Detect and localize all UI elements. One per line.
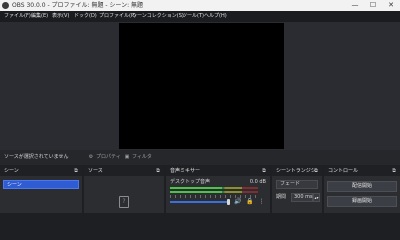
gear-icon: ⚙ [88, 154, 94, 160]
popout-icon[interactable]: ⧉ [313, 168, 319, 174]
more-options-icon[interactable]: ⋮ [258, 198, 265, 206]
menu-tools[interactable]: ツール(T) [182, 11, 204, 22]
transitions-dock-header: シーントランジション ⧉ [272, 166, 322, 176]
volume-slider-handle[interactable] [227, 199, 230, 205]
duration-spinner[interactable]: ▴▾ [313, 193, 320, 202]
mixer-dock-title: 音声ミキサー [170, 168, 201, 174]
mixer-channel-level: 0.0 dB [249, 179, 266, 185]
empty-sources-icon: ? [119, 196, 129, 208]
transitions-dock: シーントランジション ⧉ フェード 期間 300 ms ▴▾ [272, 166, 322, 213]
popout-icon[interactable]: ⧉ [261, 168, 267, 174]
minimize-button[interactable]: — [346, 0, 364, 11]
filter-icon: ▣ [124, 154, 130, 160]
popout-icon[interactable]: ⧉ [155, 168, 161, 174]
filters-label: フィルタ [132, 154, 152, 160]
start-recording-button[interactable]: 録画開始 [327, 196, 397, 207]
menu-file[interactable]: ファイル(F) [4, 11, 31, 22]
menu-view[interactable]: 表示(V) [52, 11, 69, 22]
popout-icon[interactable]: ⧉ [73, 168, 79, 174]
scenes-dock-title: シーン [4, 168, 19, 174]
lock-icon[interactable]: 🔒 [246, 198, 253, 206]
menu-scene-collection[interactable]: シーンコレクション(S) [132, 11, 184, 22]
duration-label: 期間 [276, 194, 287, 200]
no-source-status: ソースが選択されていません [4, 154, 69, 160]
volume-meter-left-level [170, 187, 222, 189]
volume-meter-right-level [170, 191, 222, 193]
sources-dock-header: ソース ⧉ [84, 166, 164, 176]
scenes-dock: シーン ⧉ シーン [0, 166, 82, 213]
transitions-dock-title: シーントランジション [276, 168, 316, 174]
controls-dock: コントロール ⧉ 配信開始 録画開始 [324, 166, 400, 213]
menu-profile[interactable]: プロファイル(P) [99, 11, 136, 22]
mixer-dock-header: 音声ミキサー ⧉ [166, 166, 270, 176]
obs-logo-icon [2, 2, 9, 9]
properties-label: プロパティ [96, 154, 121, 160]
meter-scale [170, 195, 258, 198]
popout-icon[interactable]: ⧉ [391, 168, 397, 174]
maximize-button[interactable]: ☐ [364, 0, 382, 11]
title-bar: OBS 30.0.0 - プロファイル: 無題 - シーン: 無題 — ☐ ✕ [0, 0, 400, 11]
duration-input[interactable]: 300 ms [291, 193, 313, 202]
volume-slider-fill [170, 201, 228, 203]
mixer-channel-name: デスクトップ音声 [170, 179, 211, 185]
audio-mixer-dock: 音声ミキサー ⧉ デスクトップ音声 0.0 dB 🔊 🔒 ⋮ [166, 166, 270, 213]
source-toolbar: ソースが選択されていません ⚙ プロパティ ▣ フィルタ [0, 150, 400, 165]
filters-button[interactable]: ▣ フィルタ [124, 153, 152, 162]
controls-dock-title: コントロール [328, 168, 359, 174]
scenes-dock-header: シーン ⧉ [0, 166, 82, 176]
properties-button[interactable]: ⚙ プロパティ [88, 153, 121, 162]
window-title: OBS 30.0.0 - プロファイル: 無題 - シーン: 無題 [12, 2, 144, 9]
transition-select[interactable]: フェード [276, 180, 318, 189]
controls-dock-header: コントロール ⧉ [324, 166, 400, 176]
sources-dock: ソース ⧉ ? [84, 166, 164, 213]
close-button[interactable]: ✕ [382, 0, 400, 11]
menu-help[interactable]: ヘルプ(H) [204, 11, 227, 22]
start-streaming-button[interactable]: 配信開始 [327, 181, 397, 192]
sources-dock-title: ソース [88, 168, 103, 174]
scene-list-item[interactable]: シーン [3, 180, 79, 189]
speaker-icon[interactable]: 🔊 [234, 198, 241, 206]
menu-bar: ファイル(F) 編集(E) 表示(V) ドック(D) プロファイル(P) シーン… [0, 11, 400, 22]
menu-edit[interactable]: 編集(E) [31, 11, 48, 22]
preview-canvas[interactable] [119, 23, 284, 149]
menu-docks[interactable]: ドック(D) [74, 11, 97, 22]
